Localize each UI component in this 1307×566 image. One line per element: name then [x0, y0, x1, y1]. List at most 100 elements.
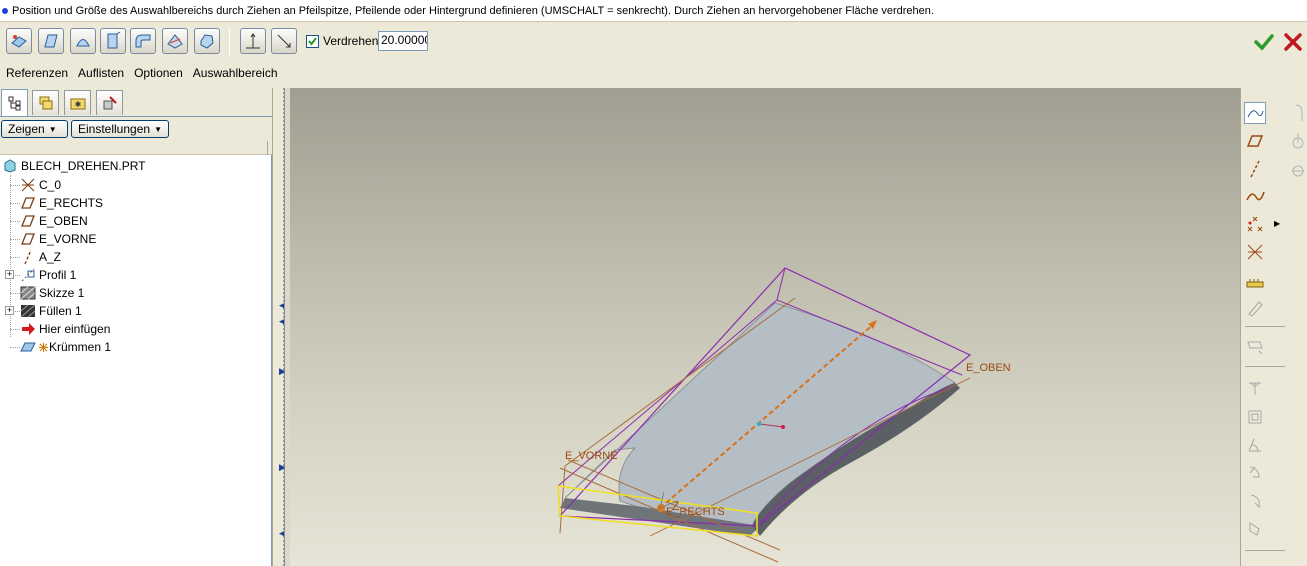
- tab-connections[interactable]: [96, 90, 123, 115]
- feature-dashboard: Verdrehen 20.00000: [0, 22, 1307, 62]
- analysis-feature-tool[interactable]: [1244, 269, 1266, 291]
- warp-transform-button[interactable]: [6, 28, 32, 54]
- warp-feature-icon: [20, 339, 36, 355]
- info-bullet-icon: [2, 7, 8, 14]
- tree-root[interactable]: BLECH_DREHEN.PRT: [2, 157, 145, 175]
- show-dropdown[interactable]: Zeigen ▼: [1, 120, 68, 138]
- datum-toolbar: ▶: [1240, 88, 1307, 566]
- sculpt-icon: [200, 34, 214, 49]
- tree-item-fuellen-1[interactable]: Füllen 1: [20, 302, 82, 320]
- show-dropdown-label: Zeigen: [8, 122, 45, 136]
- twist-button[interactable]: [162, 28, 188, 54]
- twist-checkbox-label: Verdrehen: [323, 34, 379, 48]
- settings-dropdown[interactable]: Einstellungen ▼: [71, 120, 169, 138]
- tab-folder-browser[interactable]: [32, 90, 59, 115]
- svg-text:✱: ✱: [74, 100, 81, 109]
- tree-item-label: Hier einfügen: [39, 322, 111, 336]
- form-tool-disabled[interactable]: [1244, 490, 1266, 512]
- sketch-plane-tool-disabled[interactable]: [1244, 336, 1266, 358]
- direction-flip-button[interactable]: [271, 28, 297, 54]
- tree-item-e-oben[interactable]: E_OBEN: [20, 212, 88, 230]
- tree-item-a-z[interactable]: A_Z: [20, 248, 61, 266]
- dashboard-panel-tabs: Referenzen Auflisten Optionen Auswahlber…: [0, 62, 1307, 84]
- datum-plane-icon: [20, 213, 36, 229]
- flatten-icon: [1249, 522, 1260, 536]
- tree-root-label: BLECH_DREHEN.PRT: [21, 159, 146, 173]
- datum-curve-icon: [1246, 191, 1265, 201]
- tree-item-c0[interactable]: C_0: [20, 176, 61, 194]
- datum-display-toggle[interactable]: [1244, 102, 1266, 124]
- warp-button[interactable]: [38, 28, 64, 54]
- fill-icon: [20, 303, 36, 319]
- sketch-icon: [20, 285, 36, 301]
- panel-tab-list[interactable]: Auflisten: [78, 66, 124, 80]
- datum-plane-tool[interactable]: [1244, 130, 1266, 152]
- diagonal-arrow-icon: [277, 34, 291, 48]
- tree-item-label: Skizze 1: [39, 286, 85, 300]
- tree-item-e-rechts[interactable]: E_RECHTS: [20, 194, 103, 212]
- green-check-icon: [1254, 34, 1274, 51]
- coordinate-system-icon: [20, 177, 36, 193]
- datum-axis-tool[interactable]: [1244, 158, 1266, 180]
- datum-point-tool[interactable]: [1244, 213, 1266, 235]
- panel-tab-references[interactable]: Referenzen: [6, 66, 68, 80]
- message-bar: Position und Größe des Auswahlbereichs d…: [0, 0, 1307, 22]
- twist-handle-point[interactable]: [781, 425, 785, 429]
- expand-fuellen-toggle[interactable]: +: [5, 306, 14, 315]
- datum-curve-tool[interactable]: [1244, 185, 1266, 207]
- tree-item-insert-here[interactable]: Hier einfügen: [20, 320, 110, 338]
- axis-toggle-button[interactable]: [240, 28, 266, 54]
- datum-point-icon: [1247, 216, 1263, 232]
- flyout-arrow-icon[interactable]: ▶: [1274, 219, 1280, 228]
- twist-checkbox[interactable]: [306, 35, 319, 48]
- tree-column-header: [0, 141, 272, 155]
- tab-favorites[interactable]: ✱: [64, 90, 91, 115]
- tree-item-skizze-1[interactable]: Skizze 1: [20, 284, 84, 302]
- insert-here-arrow-icon: [20, 321, 36, 337]
- secondary-tool-disabled[interactable]: [1287, 130, 1307, 152]
- cancel-button[interactable]: [1282, 31, 1304, 53]
- revolve-icon: [1292, 165, 1304, 177]
- twist-angle-input[interactable]: 20.00000: [378, 31, 428, 51]
- round-icon: [1295, 104, 1303, 121]
- sketch-plane-icon: [1247, 341, 1263, 355]
- tree-item-label: E_OBEN: [39, 214, 88, 228]
- panel-tab-options[interactable]: Optionen: [134, 66, 183, 80]
- form-icon: [1250, 494, 1260, 509]
- sculpt-button[interactable]: [194, 28, 220, 54]
- panel-tab-selection-area[interactable]: Auswahlbereich: [193, 66, 278, 80]
- graphics-window[interactable]: E_OBEN E_VORNE E_RECHTS Z: [290, 88, 1240, 566]
- extrude-tool-disabled[interactable]: [1244, 376, 1266, 398]
- navigator-button-bar: Zeigen ▼ Einstellungen ▼: [0, 117, 272, 141]
- coordinate-system-tool[interactable]: [1244, 241, 1266, 263]
- bend-tool-disabled[interactable]: [1244, 434, 1266, 456]
- tab-model-tree[interactable]: [1, 89, 28, 116]
- datum-plane-icon: [20, 195, 36, 211]
- sketch-tool-disabled[interactable]: [1244, 297, 1266, 319]
- warp-transform-icon: [11, 35, 27, 48]
- unbend-tool-disabled[interactable]: [1244, 462, 1266, 484]
- model-viewport[interactable]: [290, 88, 1240, 566]
- spine-button[interactable]: [70, 28, 96, 54]
- secondary-tool-disabled[interactable]: [1287, 102, 1307, 124]
- extrude-icon: [1249, 382, 1261, 395]
- secondary-tool-disabled[interactable]: [1287, 158, 1307, 180]
- flat-wall-tool-disabled[interactable]: [1244, 406, 1266, 428]
- dropdown-arrow-icon: ▼: [48, 124, 57, 134]
- tree-item-e-vorne[interactable]: E_VORNE: [20, 230, 96, 248]
- expand-profil-toggle[interactable]: +: [5, 270, 14, 279]
- datum-plane-icon: [20, 231, 36, 247]
- accept-button[interactable]: [1253, 31, 1275, 53]
- coordinate-system-icon: [1247, 244, 1263, 260]
- stretch-button[interactable]: [100, 28, 126, 54]
- bend-icon: [1248, 438, 1261, 452]
- favorites-folder-icon: ✱: [70, 98, 85, 110]
- tree-item-profil-1[interactable]: Profil 1: [20, 266, 76, 284]
- tree-item-kruemmen-1[interactable]: Krümmen 1: [20, 338, 111, 356]
- flatten-tool-disabled[interactable]: [1244, 518, 1266, 540]
- toolbar-separator: [229, 28, 230, 56]
- tools-icon: [103, 96, 117, 110]
- tree-item-label: E_RECHTS: [39, 196, 104, 210]
- datum-plane-icon: [1246, 135, 1264, 147]
- bend-button[interactable]: [130, 28, 156, 54]
